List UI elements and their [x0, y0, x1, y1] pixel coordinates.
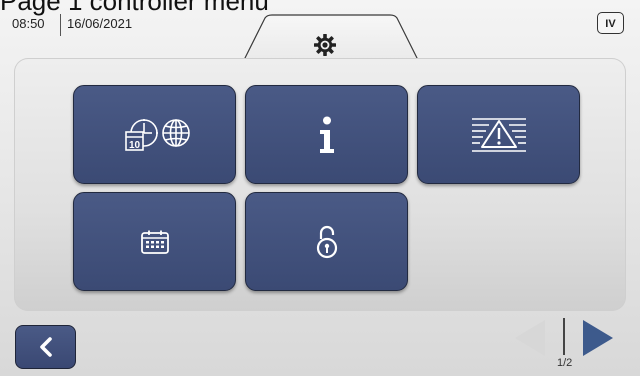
chevron-left-icon	[39, 337, 52, 357]
next-page-button[interactable]	[580, 318, 616, 358]
controller-screen: 08:50 16/06/2021 IV 10 1/2	[0, 0, 640, 376]
prev-page-button[interactable]	[512, 318, 548, 358]
back-button[interactable]	[15, 325, 76, 369]
page-caption: Page 1 controller menu	[0, 0, 269, 16]
nav-divider	[563, 318, 565, 355]
triangle-right-icon	[583, 320, 613, 356]
triangle-left-icon	[515, 320, 545, 356]
page-indicator: 1/2	[557, 357, 573, 369]
